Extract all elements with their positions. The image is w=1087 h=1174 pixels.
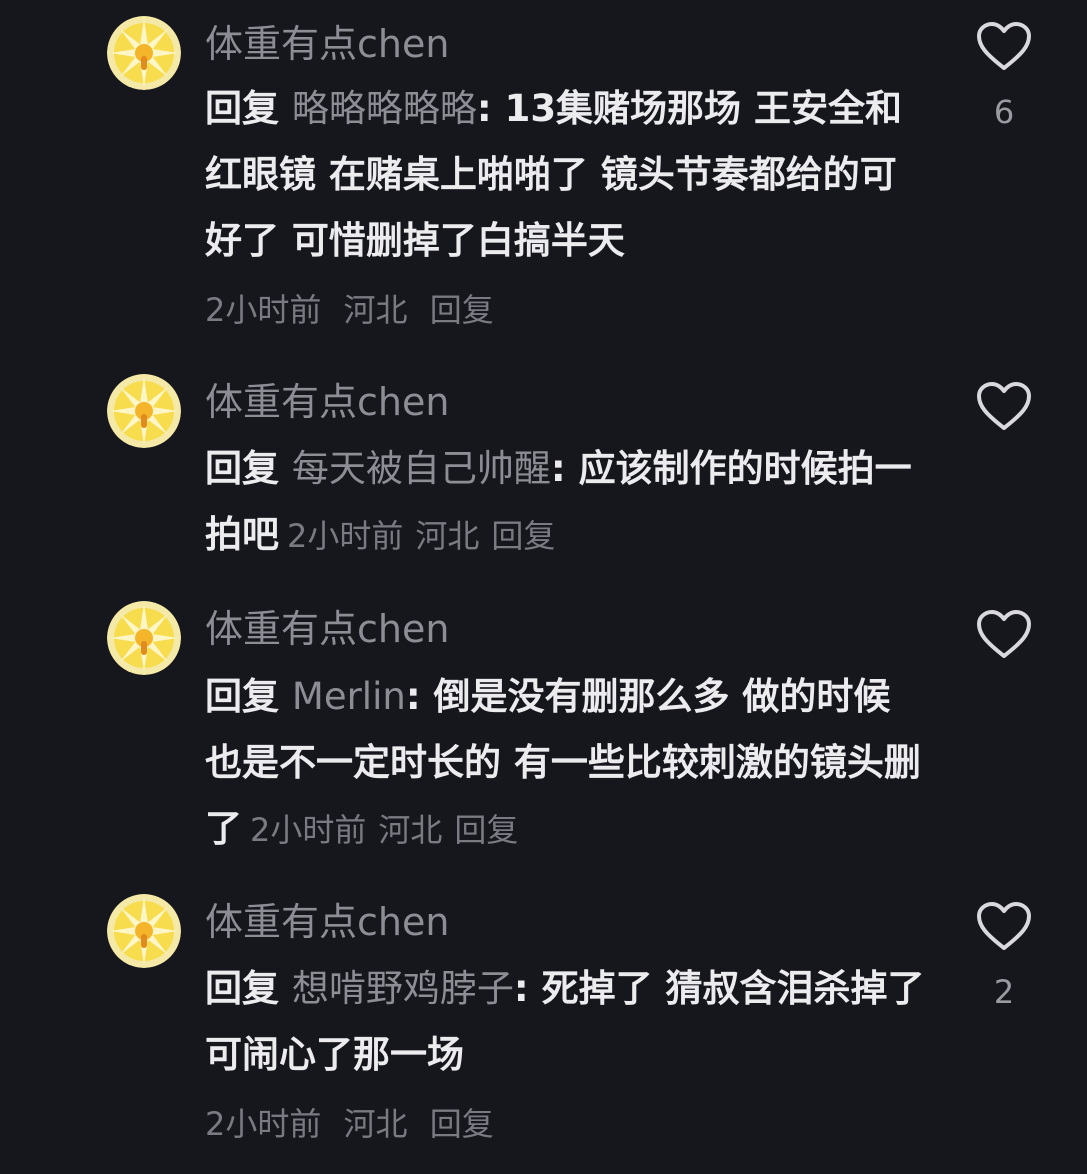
reply-target-username[interactable]: Merlin bbox=[292, 675, 406, 718]
heart-outline-icon[interactable] bbox=[976, 902, 1032, 952]
like-control[interactable] bbox=[972, 610, 1036, 660]
like-count: 2 bbox=[993, 973, 1015, 1011]
comment-username[interactable]: 体重有点chen bbox=[205, 18, 449, 70]
reply-button[interactable]: 回复 bbox=[454, 811, 518, 849]
reply-label: 回复 bbox=[205, 967, 279, 1010]
comment-meta: 2小时前 河北 回复 bbox=[287, 517, 555, 555]
comment-location: 河北 bbox=[343, 291, 408, 329]
reply-label: 回复 bbox=[205, 87, 279, 130]
comment-time: 2小时前 bbox=[205, 291, 322, 329]
comment-text: 回复 每天被自己帅醒: 应该制作的时候拍一拍吧 2小时前 河北 回复 bbox=[205, 436, 925, 569]
avatar[interactable] bbox=[107, 894, 181, 968]
sun-avatar-icon bbox=[107, 16, 181, 90]
comment-time: 2小时前 bbox=[250, 811, 367, 849]
avatar[interactable] bbox=[107, 601, 181, 675]
comment-time: 2小时前 bbox=[205, 1105, 322, 1143]
reply-button[interactable]: 回复 bbox=[430, 1105, 494, 1143]
like-control[interactable] bbox=[972, 382, 1036, 432]
reply-label: 回复 bbox=[205, 675, 279, 718]
comment-meta: 2小时前 河北 回复 bbox=[205, 1102, 494, 1146]
comment-location: 河北 bbox=[415, 517, 480, 555]
comment-text: 回复 略略略略略: 13集赌场那场 王安全和红眼镜 在赌桌上啪啪了 镜头节奏都给… bbox=[205, 76, 925, 274]
comment-username[interactable]: 体重有点chen bbox=[205, 896, 449, 948]
heart-outline-icon[interactable] bbox=[976, 610, 1032, 660]
heart-outline-icon[interactable] bbox=[976, 22, 1032, 72]
reply-label: 回复 bbox=[205, 447, 279, 490]
comment-location: 河北 bbox=[378, 811, 443, 849]
sun-avatar-icon bbox=[107, 894, 181, 968]
sun-avatar-icon bbox=[107, 601, 181, 675]
reply-target-username[interactable]: 略略略略略 bbox=[292, 87, 477, 130]
comment-text: 回复 想啃野鸡脖子: 死掉了 猜叔含泪杀掉了 可闹心了那一场 bbox=[205, 956, 925, 1088]
reply-target-username[interactable]: 每天被自己帅醒 bbox=[292, 447, 551, 490]
comment-time: 2小时前 bbox=[287, 517, 404, 555]
comment-meta: 2小时前 河北 回复 bbox=[205, 288, 494, 332]
comment-meta: 2小时前 河北 回复 bbox=[250, 811, 518, 849]
heart-outline-icon[interactable] bbox=[976, 382, 1032, 432]
like-control[interactable]: 2 bbox=[972, 902, 1036, 1012]
avatar[interactable] bbox=[107, 16, 181, 90]
reply-button[interactable]: 回复 bbox=[430, 291, 494, 329]
comment-username[interactable]: 体重有点chen bbox=[205, 603, 449, 655]
reply-target-username[interactable]: 想啃野鸡脖子 bbox=[292, 967, 514, 1010]
comment-username[interactable]: 体重有点chen bbox=[205, 376, 449, 428]
comment-location: 河北 bbox=[343, 1105, 408, 1143]
comment-text: 回复 Merlin: 倒是没有删那么多 做的时候也是不一定时长的 有一些比较刺激… bbox=[205, 664, 925, 863]
reply-button[interactable]: 回复 bbox=[491, 517, 555, 555]
sun-avatar-icon bbox=[107, 374, 181, 448]
avatar[interactable] bbox=[107, 374, 181, 448]
like-count: 6 bbox=[993, 93, 1015, 131]
like-control[interactable]: 6 bbox=[972, 22, 1036, 132]
